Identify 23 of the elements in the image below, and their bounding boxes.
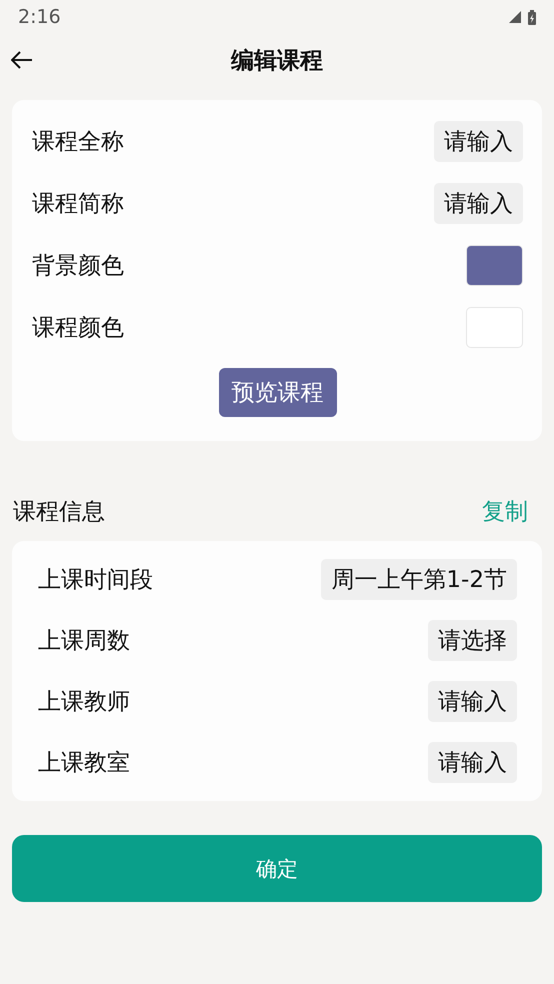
field-label: 课程颜色 [32, 314, 124, 342]
status-time: 2:16 [18, 6, 61, 28]
input-field[interactable]: 请输入 [428, 742, 517, 783]
color-swatch[interactable] [466, 244, 523, 286]
field-label: 课程简称 [32, 190, 124, 218]
input-field[interactable]: 周一上午第1-2节 [321, 559, 517, 600]
field-label: 课程全称 [32, 128, 124, 156]
field-label: 上课教师 [38, 688, 130, 717]
input-field[interactable]: 请输入 [428, 681, 517, 722]
field-label: 上课教室 [38, 749, 130, 778]
field-label: 上课时间段 [38, 566, 153, 595]
field-label: 上课周数 [38, 627, 130, 656]
signal-icon [509, 11, 521, 23]
page-title: 编辑课程 [231, 46, 323, 76]
battery-icon [528, 10, 536, 24]
input-field[interactable]: 请输入 [434, 120, 523, 162]
preview-button[interactable]: 预览课程 [218, 368, 336, 417]
color-swatch[interactable] [466, 306, 523, 348]
field-label: 背景颜色 [32, 252, 124, 280]
back-arrow-icon[interactable] [11, 51, 33, 69]
section-title: 课程信息 [13, 498, 105, 526]
input-field[interactable]: 请选择 [428, 620, 517, 661]
input-field[interactable]: 请输入 [434, 182, 523, 224]
